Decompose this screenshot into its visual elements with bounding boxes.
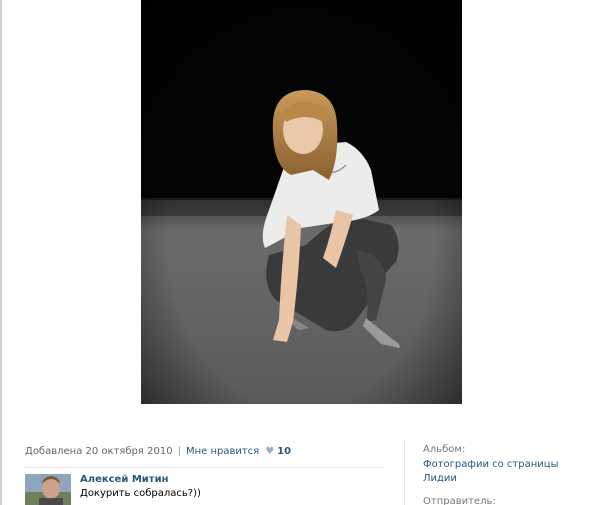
photo-meta: Добавлена 20 октября 2010 | Мне нравится… — [25, 446, 291, 457]
sender-label: Отправитель: — [423, 496, 496, 505]
album-label: Альбом: — [423, 444, 466, 455]
like-count[interactable]: 10 — [277, 446, 291, 457]
heart-icon[interactable]: ♥ — [265, 446, 274, 457]
sidebar-divider — [404, 440, 405, 505]
comment-author[interactable]: Алексей Митин — [80, 474, 169, 485]
photo-image[interactable] — [141, 0, 462, 404]
avatar[interactable] — [25, 474, 71, 505]
photo-sidebar: Альбом: Фотографии со страницы Лидии Отп… — [423, 444, 588, 505]
comment-text: Докурить собралась?)) — [80, 488, 201, 499]
meta-divider — [25, 467, 385, 468]
added-date: Добавлена 20 октября 2010 — [25, 446, 173, 457]
album-link-line1[interactable]: Фотографии со страницы — [423, 458, 588, 472]
page-left-border — [0, 0, 2, 505]
photo-view-page: Добавлена 20 октября 2010 | Мне нравится… — [0, 0, 591, 505]
like-button[interactable]: Мне нравится — [186, 446, 259, 457]
meta-separator: | — [177, 446, 181, 457]
album-link-line2[interactable]: Лидии — [423, 472, 588, 486]
